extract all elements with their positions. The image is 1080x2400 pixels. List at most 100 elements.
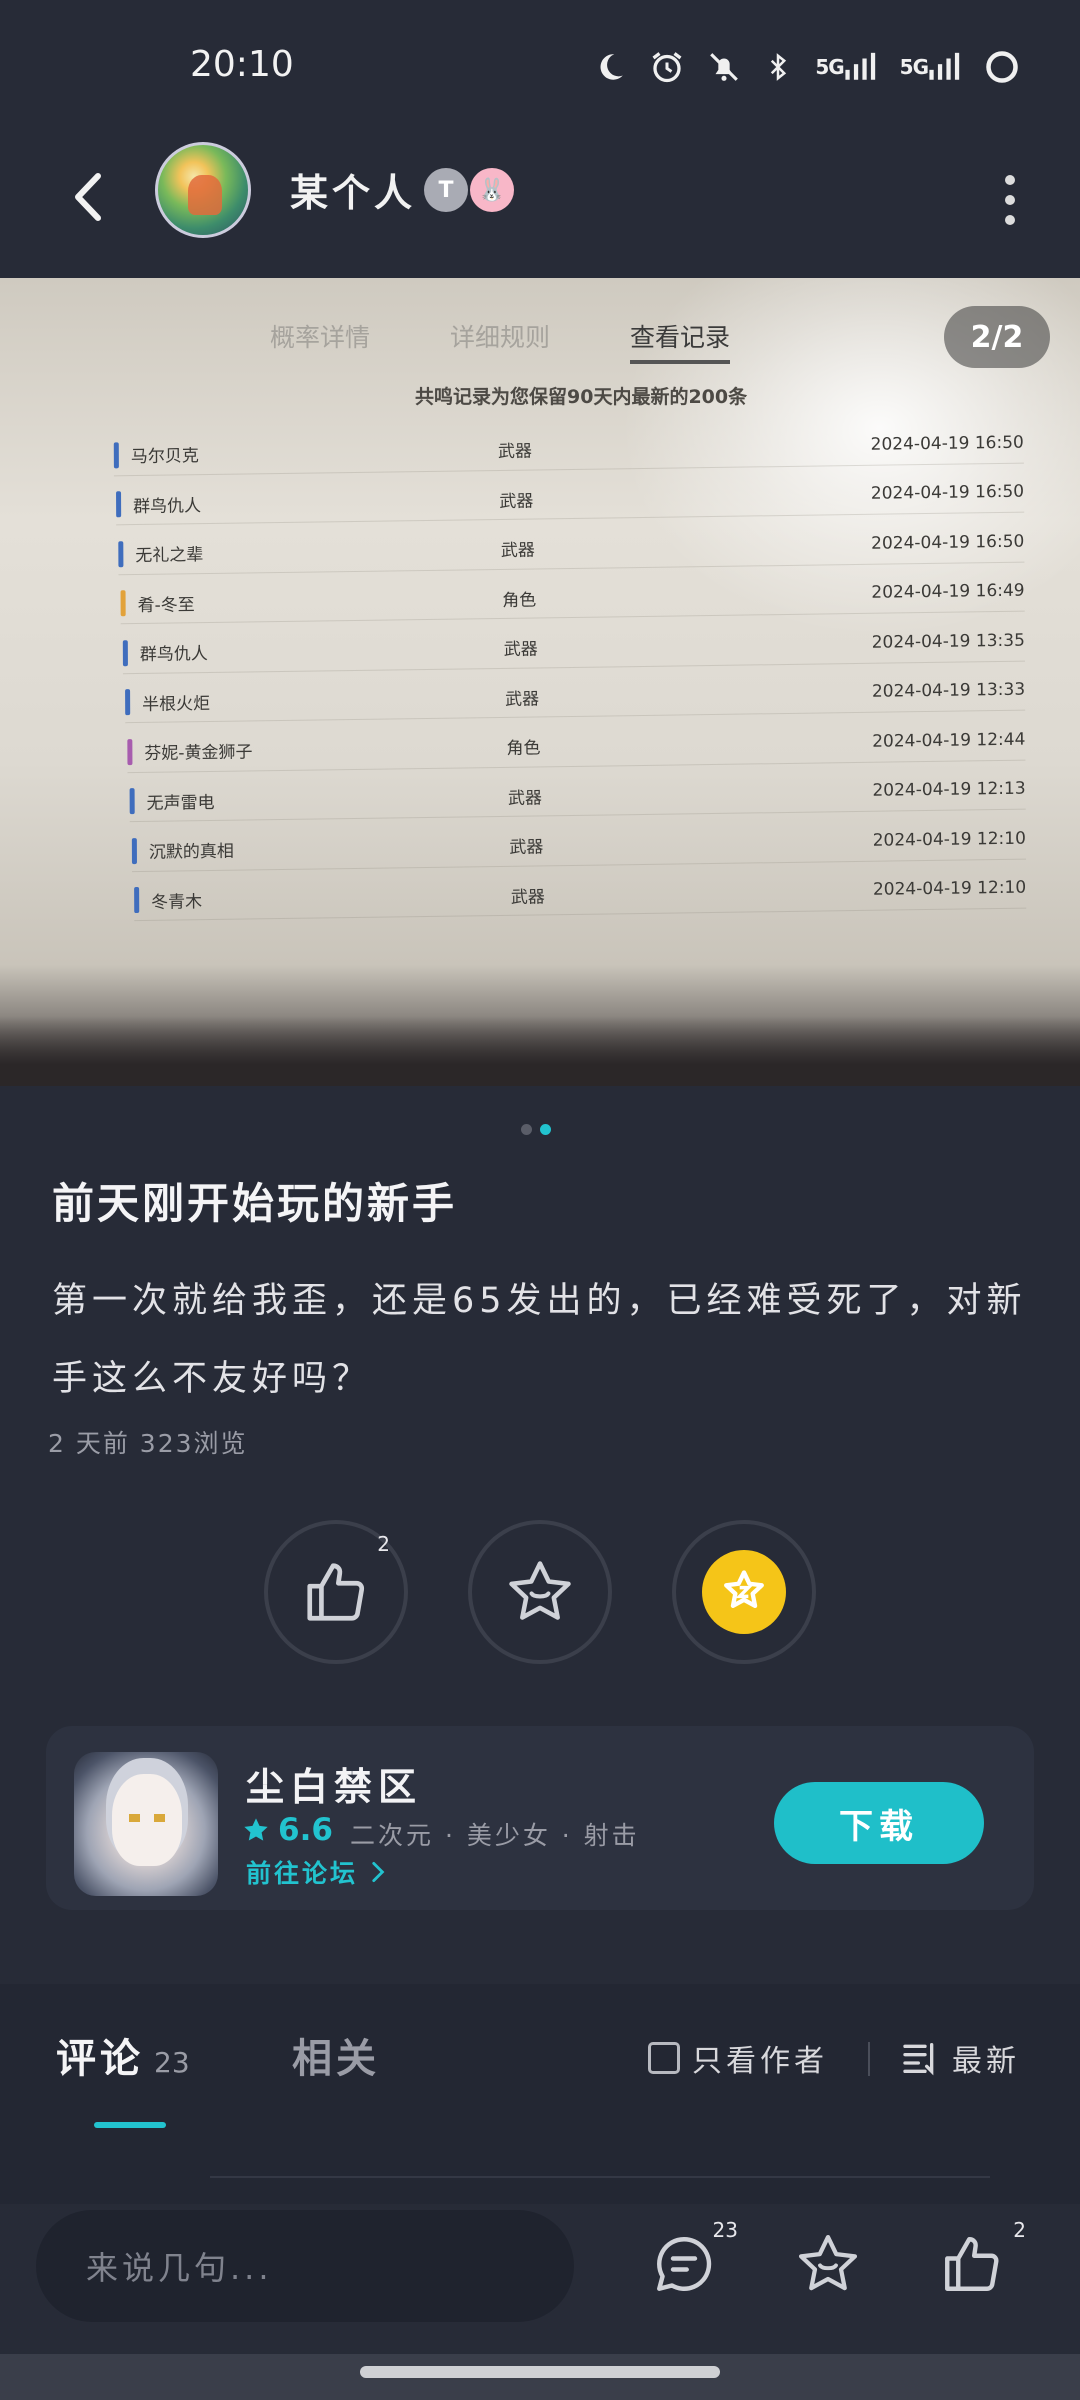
record-name: 无声雷电	[146, 792, 215, 814]
thumbs-up-icon	[945, 2237, 999, 2291]
battery-ring-icon	[984, 48, 1020, 86]
record-table: 马尔贝克 武器 2024-04-19 16:50 群鸟仇人 武器 2024-04-19 1…	[113, 418, 1027, 926]
post-title: 前天刚开始玩的新手	[52, 1179, 458, 1228]
photo-tabs: 概率详情 详细规则 查看记录	[270, 318, 731, 364]
record-datetime: 2024-04-19 16:50	[870, 481, 1025, 505]
record-name: 半根火炬	[142, 693, 211, 715]
username[interactable]: 某个人	[290, 162, 416, 217]
comment-button[interactable]: 23	[644, 2218, 738, 2304]
game-app-icon[interactable]	[74, 1752, 218, 1896]
like-button-bottom[interactable]: 2	[932, 2218, 1026, 2304]
game-name[interactable]: 尘白禁区	[246, 1756, 422, 1811]
author-only-checkbox[interactable]	[648, 2042, 680, 2074]
star-face-icon	[798, 2234, 858, 2291]
record-name: 无礼之辈	[135, 545, 204, 567]
rarity-bar	[125, 689, 131, 716]
post-body: 第一次就给我歪，还是65发出的，已经难受死了，对新手这么不友好吗？	[52, 1281, 1027, 1399]
record-datetime: 2024-04-19 13:35	[871, 630, 1025, 653]
record-type: 武器	[503, 639, 538, 661]
record-type: 武器	[500, 540, 535, 562]
rarity-bar	[134, 887, 140, 914]
rarity-bar	[120, 590, 126, 617]
forum-link-label: 前往论坛	[246, 1859, 359, 1888]
like-button[interactable]: 2	[264, 1520, 408, 1664]
record-datetime: 2024-04-19 16:50	[871, 531, 1025, 554]
record-name: 马尔贝克	[130, 446, 199, 468]
sort-button[interactable]: 最新	[900, 2036, 1020, 2080]
more-options-button[interactable]	[980, 170, 1040, 230]
status-time: 20:10	[190, 44, 294, 85]
coin-icon	[702, 1550, 786, 1634]
record-name: 冬青木	[150, 891, 203, 913]
like-count: 2	[377, 1532, 390, 1556]
carousel-dot	[521, 1124, 532, 1135]
signal-5g-icon-2: 5G	[900, 48, 962, 86]
favorite-button[interactable]	[468, 1520, 612, 1664]
bottom-action-bar: 来说几句... 23 2	[0, 2204, 1080, 2354]
signal-5g-icon: 5G	[815, 48, 877, 86]
level-badge: T	[424, 168, 468, 212]
more-dot-icon	[1005, 215, 1015, 225]
record-type: 武器	[505, 689, 540, 710]
chevron-right-icon	[372, 1861, 385, 1883]
back-button[interactable]	[56, 162, 126, 232]
comment-bubble-icon	[657, 2237, 712, 2291]
active-tab-indicator	[94, 2122, 166, 2128]
record-name: 沉默的真相	[148, 841, 234, 864]
record-datetime: 2024-04-19 12:44	[872, 729, 1026, 752]
rarity-bar	[131, 837, 137, 864]
rarity-bar	[118, 540, 124, 568]
record-datetime: 2024-04-19 16:49	[871, 580, 1025, 604]
star-filled-icon	[244, 1818, 268, 1841]
tab-comments-label: 评论	[56, 2036, 144, 2082]
author-only-toggle[interactable]: 只看作者	[648, 2036, 828, 2080]
record-type: 武器	[507, 788, 543, 809]
comments-section-header: 评论 23 相关 只看作者 最新	[0, 1984, 1080, 2204]
avatar[interactable]	[155, 142, 251, 238]
tab-comments[interactable]: 评论 23	[56, 2026, 190, 2084]
game-rating: 6.6	[242, 1812, 333, 1848]
forum-link[interactable]: 前往论坛	[246, 1854, 390, 1890]
home-indicator[interactable]	[360, 2366, 720, 2378]
record-name: 群鸟仇人	[139, 644, 208, 666]
status-icons: 5G 5G	[593, 48, 1020, 86]
chevron-left-icon	[75, 173, 101, 221]
sort-list-icon	[903, 2043, 934, 2076]
record-type: 武器	[497, 441, 533, 463]
coin-reward-button[interactable]	[672, 1520, 816, 1664]
record-datetime: 2024-04-19 12:13	[872, 778, 1026, 802]
section-divider	[210, 2176, 990, 2178]
status-bar: 20:10 5G 5G	[0, 0, 1080, 130]
photo-tab-active: 查看记录	[630, 318, 731, 364]
thumbs-up-icon	[307, 1563, 365, 1621]
post-meta: 2 天前 323浏览	[48, 1429, 248, 1458]
bluetooth-icon	[763, 48, 793, 86]
record-name: 群鸟仇人	[133, 495, 202, 517]
rarity-bar	[122, 639, 128, 666]
rarity-bar	[129, 788, 135, 815]
author-only-label: 只看作者	[692, 2044, 828, 2079]
tab-related[interactable]: 相关	[292, 2026, 380, 2084]
comment-count-badge: 23	[712, 2218, 738, 2242]
photo-tab: 概率详情	[270, 323, 371, 352]
more-dot-icon	[1005, 175, 1015, 185]
record-type: 武器	[510, 887, 545, 908]
more-dot-icon	[1005, 195, 1015, 205]
record-type: 角色	[502, 590, 537, 611]
sort-label: 最新	[952, 2044, 1020, 2079]
favorite-button-bottom[interactable]	[788, 2224, 868, 2304]
comment-input[interactable]: 来说几句...	[36, 2210, 574, 2322]
record-type: 武器	[509, 837, 544, 859]
comment-count: 23	[154, 2046, 190, 2079]
record-type: 武器	[499, 491, 534, 512]
record-name: 肴-冬至	[137, 594, 195, 616]
record-datetime: 2024-04-19 13:33	[871, 679, 1026, 703]
post-header: 某个人 T 🐰	[0, 130, 1080, 270]
post-image[interactable]: 概率详情 详细规则 查看记录 2/2 共鸣记录为您保留90天内最新的200条 马…	[0, 278, 1080, 1086]
rarity-bar	[127, 738, 133, 765]
divider	[868, 2042, 870, 2076]
alarm-icon	[649, 48, 685, 86]
photo-subtitle: 共鸣记录为您保留90天内最新的200条	[415, 386, 748, 408]
game-card[interactable]: 尘白禁区 6.6 二次元 · 美少女 · 射击 前往论坛 下载	[46, 1726, 1034, 1910]
download-button[interactable]: 下载	[774, 1782, 984, 1864]
